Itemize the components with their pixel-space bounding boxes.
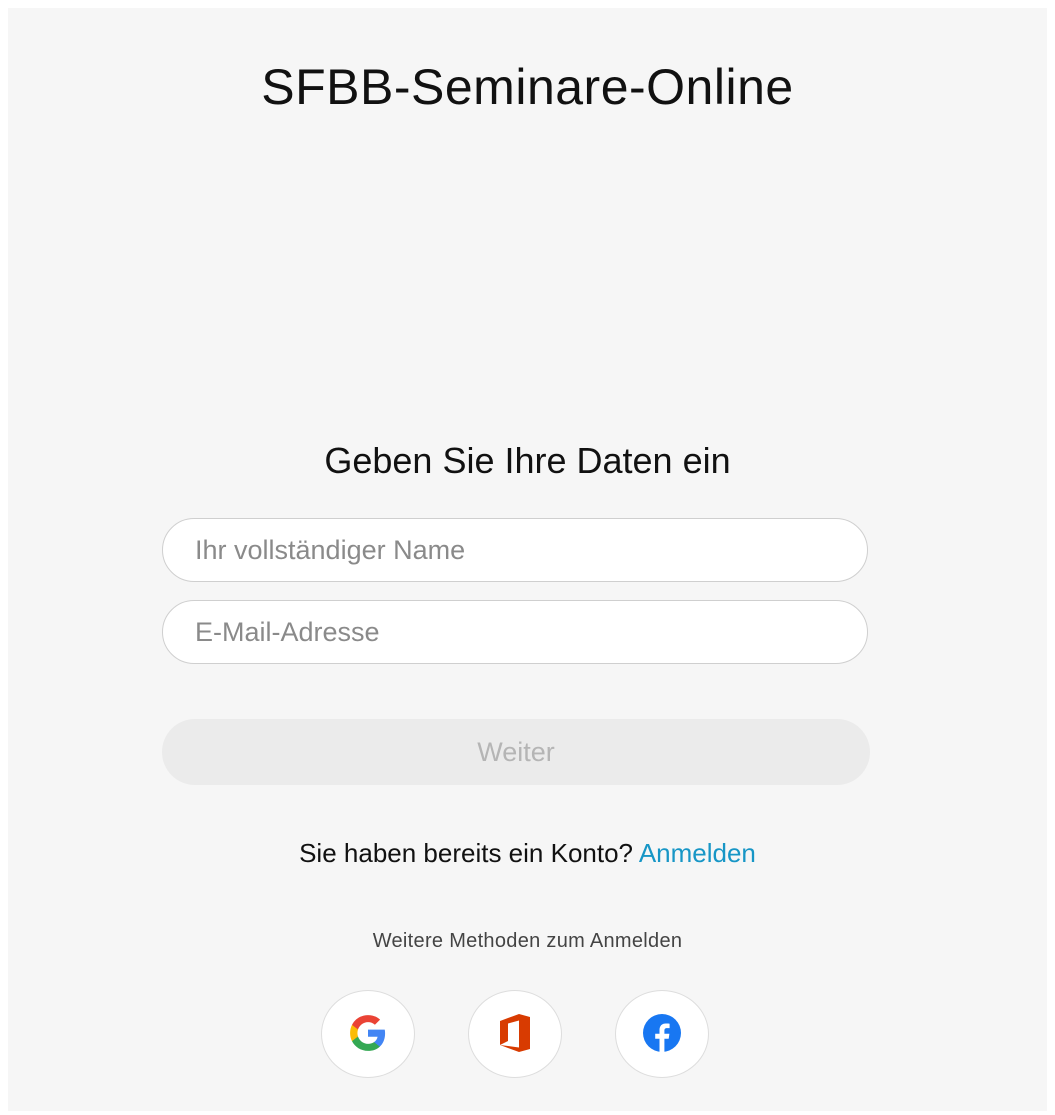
app-title: SFBB-Seminare-Online [261, 59, 794, 115]
other-methods-label: Weitere Methoden zum Anmelden [372, 930, 683, 952]
office-signin-button[interactable] [468, 990, 562, 1078]
signin-link[interactable]: Anmelden [639, 838, 756, 868]
facebook-icon [642, 1013, 682, 1056]
email-input[interactable] [162, 600, 868, 664]
full-name-input[interactable] [162, 518, 868, 582]
have-account-line: Sie haben bereits ein Konto? Anmelden [8, 838, 1047, 869]
google-signin-button[interactable] [321, 990, 415, 1078]
have-account-prompt: Sie haben bereits ein Konto? [299, 838, 634, 868]
facebook-signin-button[interactable] [615, 990, 709, 1078]
signup-panel: SFBB-Seminare-Online Geben Sie Ihre Date… [8, 8, 1047, 1111]
office-icon [497, 1013, 533, 1056]
form-heading: Geben Sie Ihre Daten ein [324, 440, 731, 481]
continue-button[interactable]: Weiter [162, 719, 870, 785]
google-icon [348, 1013, 388, 1056]
